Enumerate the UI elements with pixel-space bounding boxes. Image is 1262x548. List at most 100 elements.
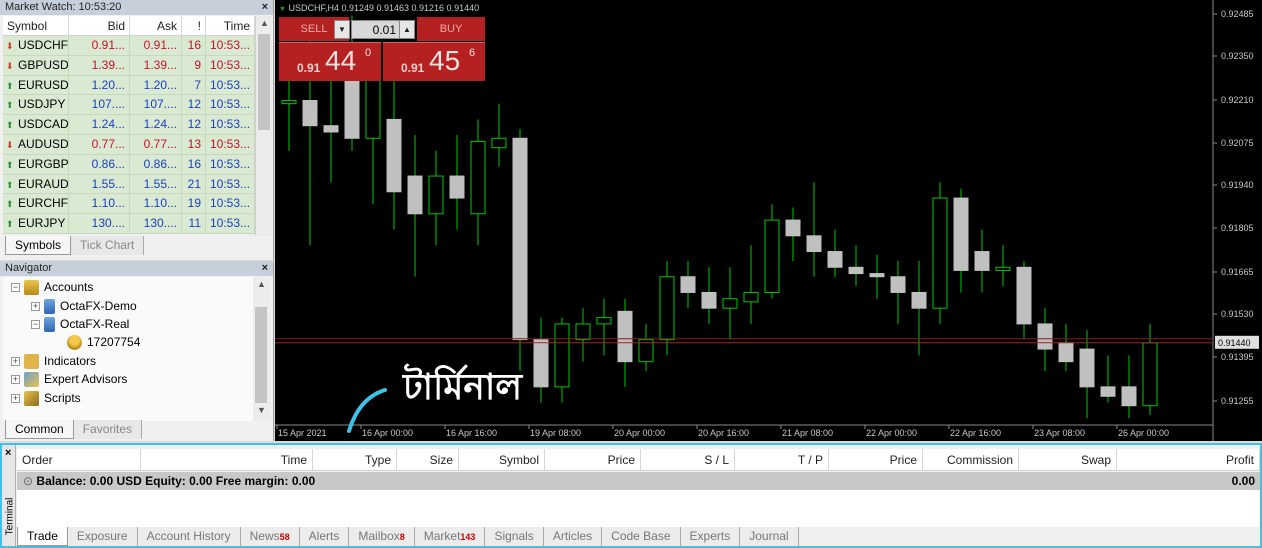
tab-alerts[interactable]: Alerts <box>299 527 350 546</box>
buy-price-big: 45 <box>429 45 461 76</box>
tab-news[interactable]: News58 <box>240 527 300 546</box>
market-watch-row[interactable]: ⬆ USDJPY 107.... 107.... 12 10:53... <box>3 95 255 116</box>
tree-accounts[interactable]: − Accounts <box>11 278 93 296</box>
price-chart[interactable]: 0.92485 0.92350 0.92210 0.92075 0.91940 0.918… <box>275 0 1262 441</box>
market-watch-row[interactable]: ⬆ EURCHF 1.10... 1.10... 19 10:53... <box>3 194 255 215</box>
buy-button[interactable]: BUY <box>417 17 485 41</box>
market-watch-panel: Market Watch: 10:53:20 × Symbol Bid Ask … <box>0 0 274 260</box>
column-header-profit[interactable]: Profit <box>1117 449 1260 471</box>
scrollbar-thumb[interactable] <box>255 307 267 403</box>
buy-price-box[interactable]: 0.91 45 6 <box>383 42 485 81</box>
time-tick-label: 16 Apr 00:00 <box>362 428 413 438</box>
tab-symbols[interactable]: Symbols <box>5 236 72 255</box>
header-ask[interactable]: Ask <box>130 16 182 35</box>
tab-favorites[interactable]: Favorites <box>73 420 143 439</box>
scroll-down-icon[interactable]: ▼ <box>253 405 270 415</box>
market-watch-row[interactable]: ⬆ EURJPY 130.... 130.... 11 10:53... <box>3 214 255 234</box>
symbol-name: USDCAD <box>18 117 69 132</box>
expand-icon[interactable]: + <box>11 374 20 384</box>
terminal-table-header: Order Time Type Size Symbol Price S / LT / P Pr… <box>17 449 1260 471</box>
tree-expert-advisors[interactable]: + Expert Advisors <box>11 370 127 388</box>
column-header-s-l[interactable]: S / L <box>641 449 735 471</box>
sell-price-prefix: 0.91 <box>297 61 321 75</box>
expand-icon[interactable]: + <box>11 356 20 366</box>
market-watch-row[interactable]: ⬆ USDCAD 1.24... 1.24... 12 10:53... <box>3 115 255 135</box>
column-header-commission[interactable]: Commission <box>923 449 1019 471</box>
tab-tick-chart[interactable]: Tick Chart <box>71 236 145 255</box>
tab-experts[interactable]: Experts <box>680 527 741 546</box>
tab-articles[interactable]: Articles <box>543 527 603 546</box>
header-symbol[interactable]: Symbol <box>3 16 69 35</box>
column-header-price[interactable]: Price <box>545 449 641 471</box>
lot-increase-icon[interactable]: ▲ <box>399 20 415 39</box>
tree-scripts[interactable]: + Scripts <box>11 389 81 407</box>
collapse-icon[interactable]: − <box>31 319 40 329</box>
tab-signals[interactable]: Signals <box>485 527 544 546</box>
market-watch-row[interactable]: ⬇ USDCHF 0.91... 0.91... 16 10:53... <box>3 36 255 56</box>
balance-row[interactable]: ⊙ Balance: 0.00 USD Equity: 0.00 Free ma… <box>17 472 1260 490</box>
column-header-order[interactable]: Order <box>17 449 141 471</box>
close-icon[interactable]: × <box>5 447 11 459</box>
column-header-size[interactable]: Size <box>397 449 459 471</box>
header-time[interactable]: Time <box>206 16 255 35</box>
tab-market[interactable]: Market143 <box>414 527 486 546</box>
market-watch-scrollbar[interactable]: ▲ <box>255 16 272 236</box>
tab-mailbox[interactable]: Mailbox8 <box>349 527 415 546</box>
header-spread[interactable]: ! <box>182 16 206 35</box>
expand-icon[interactable]: + <box>11 393 20 403</box>
tree-label: OctaFX-Real <box>60 317 130 331</box>
navigator-scrollbar[interactable]: ▲ ▼ <box>253 277 270 421</box>
sell-price-box[interactable]: 0.91 44 0 <box>279 42 381 81</box>
bid-cell: 0.86... <box>69 154 130 174</box>
terminal-panel: × Terminal Order Time Type Size Symbol Price S… <box>0 443 1262 548</box>
tree-indicators[interactable]: + Indicators <box>11 352 96 370</box>
column-header-t-p[interactable]: T / P <box>735 449 829 471</box>
tree-account-number[interactable]: 17207754 <box>67 333 140 351</box>
tab-label: Account History <box>146 529 231 543</box>
scrollbar-thumb[interactable] <box>258 34 270 130</box>
expand-icon[interactable]: + <box>31 301 40 311</box>
header-bid[interactable]: Bid <box>69 16 130 35</box>
market-watch-row[interactable]: ⬆ EURAUD 1.55... 1.55... 21 10:53... <box>3 174 255 195</box>
tree-label: Accounts <box>44 280 94 294</box>
bear-candle <box>533 339 549 388</box>
tab-exposure[interactable]: Exposure <box>67 527 138 546</box>
tab-common[interactable]: Common <box>5 420 74 439</box>
tree-octafx-demo[interactable]: + OctaFX-Demo <box>31 297 137 315</box>
market-watch-row[interactable]: ⬇ AUDUSD 0.77... 0.77... 13 10:53... <box>3 134 255 155</box>
tab-journal[interactable]: Journal <box>740 527 799 546</box>
price-tick-label: 0.91255 <box>1221 396 1254 406</box>
bull-candle <box>470 140 486 215</box>
bid-cell: 1.10... <box>69 194 130 214</box>
bid-cell: 130.... <box>69 214 130 233</box>
scroll-up-icon[interactable]: ▲ <box>256 18 273 28</box>
collapse-icon[interactable]: − <box>11 282 20 292</box>
close-icon[interactable]: × <box>262 0 268 15</box>
bear-candle <box>806 235 822 253</box>
spread-cell: 11 <box>182 214 206 233</box>
column-header-type[interactable]: Type <box>313 449 397 471</box>
market-watch-rows: ⬇ USDCHF 0.91... 0.91... 16 10:53... ⬇ GBPUSD 1.… <box>3 36 255 234</box>
bear-candle <box>323 125 339 133</box>
scroll-up-icon[interactable]: ▲ <box>253 279 270 289</box>
bull-candle <box>365 71 381 139</box>
column-header-symbol[interactable]: Symbol <box>459 449 545 471</box>
market-watch-row[interactable]: ⬆ EURUSD 1.20... 1.20... 7 10:53... <box>3 75 255 96</box>
lot-decrease-icon[interactable]: ▼ <box>334 20 350 39</box>
column-header-price[interactable]: Price <box>829 449 923 471</box>
bull-candle <box>596 317 612 325</box>
market-watch-row[interactable]: ⬇ GBPUSD 1.39... 1.39... 9 10:53... <box>3 55 255 76</box>
tab-account-history[interactable]: Account History <box>137 527 241 546</box>
tree-octafx-real[interactable]: − OctaFX-Real <box>31 315 129 333</box>
close-icon[interactable]: × <box>262 261 268 276</box>
bull-candle <box>995 266 1011 271</box>
market-watch-row[interactable]: ⬆ EURGBP 0.86... 0.86... 16 10:53... <box>3 154 255 175</box>
navigator-title-bar: Navigator × <box>0 261 273 276</box>
column-header-swap[interactable]: Swap <box>1019 449 1117 471</box>
tab-trade[interactable]: Trade <box>17 527 68 546</box>
terminal-callout: টার্মিনাল <box>403 367 523 408</box>
time-tick-label: 16 Apr 16:00 <box>446 428 497 438</box>
tree-label: Indicators <box>44 354 97 368</box>
column-header-time[interactable]: Time <box>141 449 313 471</box>
tab-code-base[interactable]: Code Base <box>602 527 681 546</box>
